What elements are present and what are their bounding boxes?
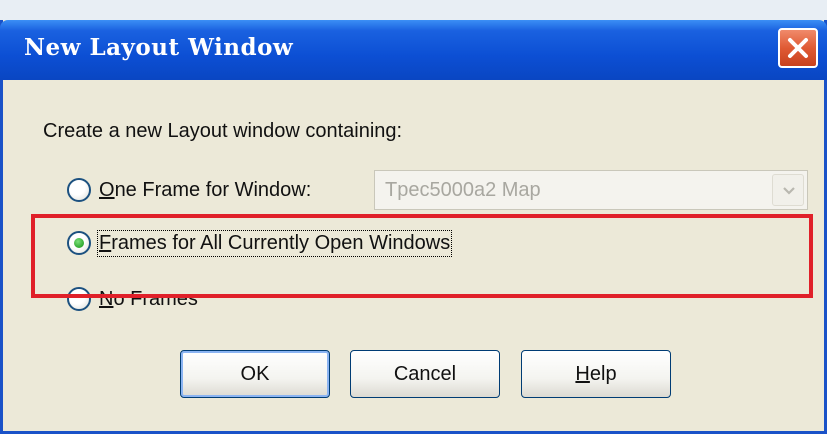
chevron-down-icon	[783, 187, 795, 195]
radio-button[interactable]	[67, 178, 91, 202]
window-select-value: Tpec5000a2 Map	[385, 179, 541, 201]
ok-button-label: OK	[240, 362, 270, 385]
window-title: New Layout Window	[24, 34, 294, 61]
new-layout-window-dialog: New Layout Window Create a new Layout wi…	[0, 20, 827, 434]
dropdown-button[interactable]	[772, 174, 804, 206]
close-icon	[788, 38, 808, 58]
radio-option-one-frame[interactable]: One Frame for Window:	[67, 175, 311, 205]
dialog-prompt: Create a new Layout window containing:	[43, 120, 403, 142]
radio-label: Frames for All Currently Open Windows	[96, 229, 453, 257]
radio-button[interactable]	[67, 287, 91, 311]
help-button-label: Help	[575, 362, 617, 385]
title-bar[interactable]: New Layout Window	[0, 20, 827, 80]
ok-button[interactable]: OK	[180, 350, 330, 398]
radio-label: No Frames	[99, 287, 198, 310]
radio-button-selected[interactable]	[67, 231, 91, 255]
cancel-button[interactable]: Cancel	[350, 350, 500, 398]
radio-option-no-frames[interactable]: No Frames	[67, 284, 198, 314]
radio-option-all-frames[interactable]: Frames for All Currently Open Windows	[67, 228, 453, 258]
radio-label: One Frame for Window:	[99, 178, 312, 201]
close-button[interactable]	[778, 28, 818, 68]
window-select[interactable]: Tpec5000a2 Map	[374, 170, 808, 210]
cancel-button-label: Cancel	[393, 362, 457, 385]
help-button[interactable]: Help	[521, 350, 671, 398]
